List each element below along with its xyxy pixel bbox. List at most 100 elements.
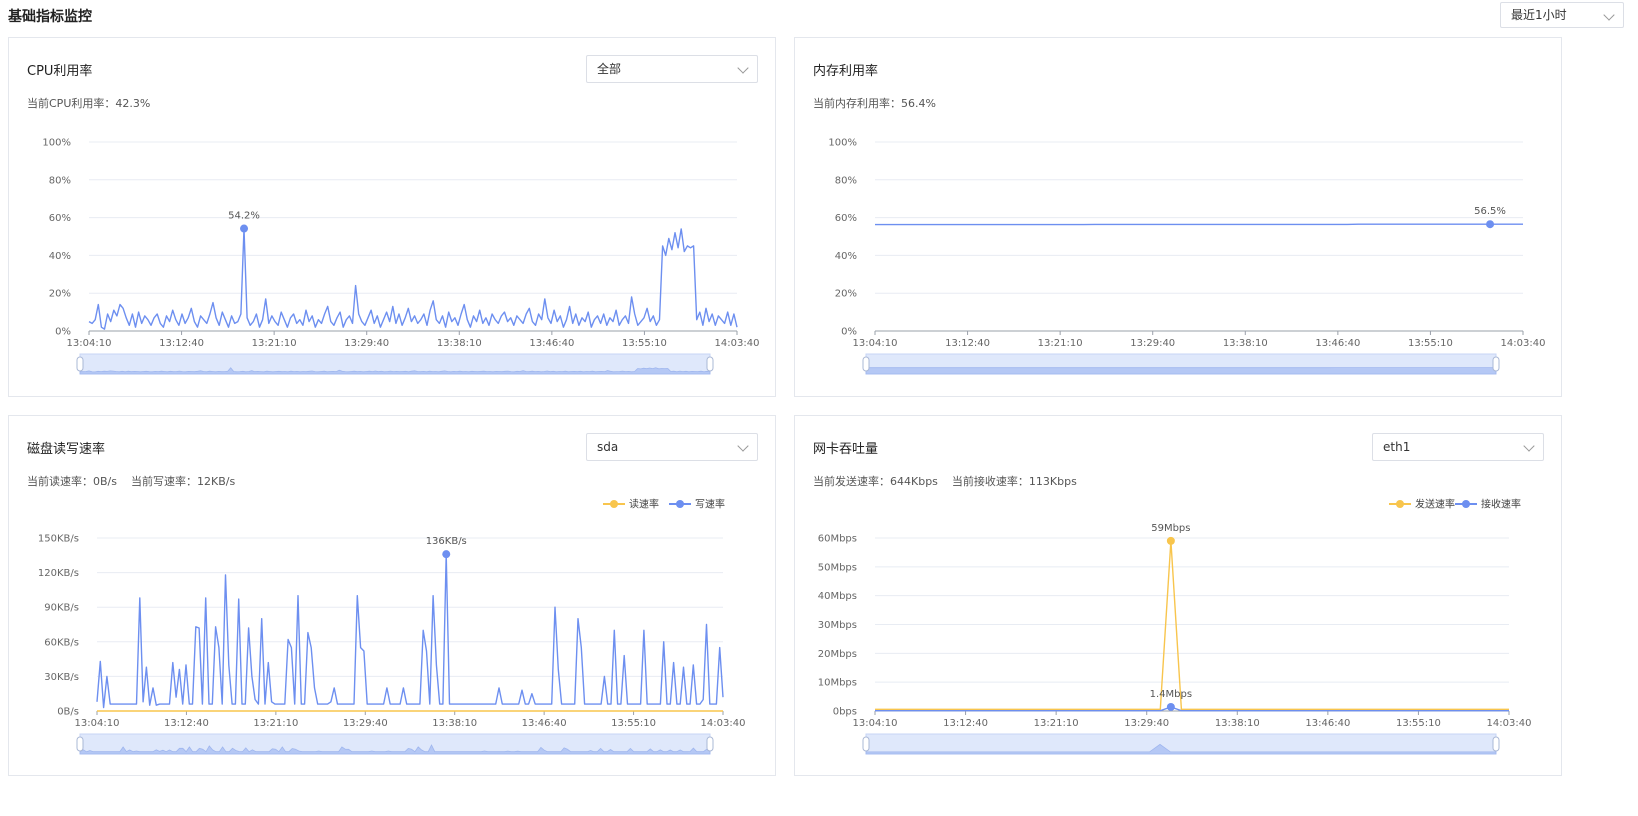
x-tick-label: 13:29:40 bbox=[343, 718, 388, 729]
slider-handle-right[interactable] bbox=[706, 356, 714, 372]
x-tick-label: 14:03:40 bbox=[701, 718, 746, 729]
y-tick-label: 0% bbox=[55, 327, 71, 338]
x-tick-label: 13:46:40 bbox=[522, 718, 567, 729]
y-tick-label: 40Mbps bbox=[818, 591, 857, 602]
slider-track bbox=[865, 733, 1497, 755]
x-tick-label: 13:55:10 bbox=[622, 338, 667, 349]
slider-handle-right[interactable] bbox=[1492, 736, 1500, 752]
network-panel: 网卡吞吐量 eth1 当前发送速率：644Kbps 当前接收速率：113Kbps … bbox=[794, 415, 1562, 776]
peak-label: 59Mbps bbox=[1151, 523, 1190, 534]
chevron-down-icon bbox=[1603, 9, 1615, 21]
peak-point bbox=[1166, 536, 1175, 545]
x-tick-label: 13:21:10 bbox=[252, 338, 297, 349]
y-tick-label: 20Mbps bbox=[818, 649, 857, 660]
x-tick-label: 13:12:40 bbox=[945, 338, 990, 349]
network-chart: 0bps 10Mbps 20Mbps 30Mbps 40Mbps 50Mbps 60Mbps… bbox=[818, 498, 1532, 755]
time-range-value: 最近1小时 bbox=[1511, 8, 1567, 22]
slider-handle-left[interactable] bbox=[862, 736, 870, 752]
y-tick-label: 30Mbps bbox=[818, 620, 857, 631]
x-tick-label: 13:21:10 bbox=[253, 718, 298, 729]
data-zoom-slider[interactable] bbox=[76, 353, 714, 375]
x-tick-label: 13:55:10 bbox=[1396, 718, 1441, 729]
x-tick-label: 14:03:40 bbox=[1487, 718, 1532, 729]
x-tick-label: 13:38:10 bbox=[432, 718, 477, 729]
y-tick-label: 0B/s bbox=[57, 707, 79, 718]
y-tick-label: 80% bbox=[49, 175, 71, 186]
legend-marker bbox=[610, 500, 618, 508]
x-tick-label: 13:21:10 bbox=[1034, 718, 1079, 729]
x-tick-label: 13:04:10 bbox=[853, 718, 898, 729]
legend-label: 读速率 bbox=[629, 498, 659, 511]
peak-point bbox=[1166, 702, 1175, 711]
disk-panel: 磁盘读写速率 sda 当前读速率：0B/s 当前写速率：12KB/s 0B/s 30… bbox=[8, 415, 776, 776]
time-range-select[interactable]: 最近1小时 bbox=[1500, 2, 1624, 28]
cpu-chart: 0% 20% 40% 60% 80% 100% 13:04:10 13:12:40 13:21:… bbox=[42, 138, 760, 375]
legend-label: 写速率 bbox=[695, 498, 725, 511]
x-tick-label: 13:04:10 bbox=[75, 718, 120, 729]
slider-handle-right[interactable] bbox=[1492, 356, 1500, 372]
series-line-1 bbox=[875, 540, 1509, 710]
slider-preview-area bbox=[865, 367, 1497, 375]
legend-marker bbox=[676, 500, 684, 508]
legend-marker bbox=[1462, 500, 1470, 508]
series-line-1 bbox=[88, 227, 738, 330]
slider-handle-left[interactable] bbox=[76, 736, 84, 752]
slider-handle-left[interactable] bbox=[862, 356, 870, 372]
legend-label: 发送速率 bbox=[1415, 498, 1455, 511]
y-tick-label: 150KB/s bbox=[38, 534, 79, 545]
memory-chart: 0% 20% 40% 60% 80% 100% 13:04:10 13:12:40 13:21:… bbox=[828, 138, 1545, 375]
y-tick-label: 40% bbox=[49, 251, 71, 262]
x-tick-label: 13:29:40 bbox=[1130, 338, 1175, 349]
y-tick-label: 50Mbps bbox=[818, 562, 857, 573]
x-tick-label: 13:04:10 bbox=[67, 338, 112, 349]
x-tick-label: 14:03:40 bbox=[715, 338, 760, 349]
data-zoom-slider[interactable] bbox=[862, 733, 1500, 755]
data-zoom-slider[interactable] bbox=[862, 353, 1500, 375]
memory-panel: 内存利用率 当前内存利用率：56.4% 0% 20% 40% 60% 80% 100% 13… bbox=[794, 37, 1562, 397]
x-tick-label: 13:29:40 bbox=[1124, 718, 1169, 729]
y-tick-label: 40% bbox=[835, 251, 857, 262]
y-tick-label: 0% bbox=[841, 327, 857, 338]
slider-handle-left[interactable] bbox=[76, 356, 84, 372]
y-tick-label: 100% bbox=[42, 138, 71, 149]
series-line-2 bbox=[96, 553, 724, 709]
y-tick-label: 30KB/s bbox=[44, 672, 79, 683]
y-tick-label: 20% bbox=[49, 289, 71, 300]
slider-track bbox=[79, 353, 711, 375]
y-tick-label: 100% bbox=[828, 138, 857, 149]
data-zoom-slider[interactable] bbox=[76, 733, 714, 755]
x-tick-label: 13:55:10 bbox=[611, 718, 656, 729]
x-tick-label: 13:38:10 bbox=[1215, 718, 1260, 729]
slider-track bbox=[79, 733, 711, 755]
legend-marker bbox=[1396, 500, 1404, 508]
y-tick-label: 10Mbps bbox=[818, 678, 857, 689]
peak-point bbox=[1486, 220, 1495, 229]
y-tick-label: 80% bbox=[835, 175, 857, 186]
y-tick-label: 60Mbps bbox=[818, 534, 857, 545]
x-tick-label: 13:12:40 bbox=[164, 718, 209, 729]
peak-label: 136KB/s bbox=[426, 536, 467, 547]
peak-label: 1.4Mbps bbox=[1150, 689, 1192, 700]
disk-chart: 0B/s 30KB/s 60KB/s 90KB/s 120KB/s 150KB/s 13:0… bbox=[38, 498, 746, 755]
page-title: 基础指标监控 bbox=[8, 9, 92, 25]
x-tick-label: 13:29:40 bbox=[344, 338, 389, 349]
x-tick-label: 13:21:10 bbox=[1038, 338, 1083, 349]
peak-label: 56.5% bbox=[1474, 206, 1506, 217]
y-tick-label: 0bps bbox=[833, 707, 857, 718]
x-tick-label: 13:46:40 bbox=[1315, 338, 1360, 349]
x-tick-label: 13:12:40 bbox=[159, 338, 204, 349]
y-tick-label: 20% bbox=[835, 289, 857, 300]
y-tick-label: 60KB/s bbox=[44, 637, 79, 648]
y-tick-label: 90KB/s bbox=[44, 603, 79, 614]
peak-point bbox=[240, 224, 249, 233]
slider-handle-right[interactable] bbox=[706, 736, 714, 752]
y-tick-label: 60% bbox=[49, 213, 71, 224]
x-tick-label: 13:46:40 bbox=[529, 338, 574, 349]
x-tick-label: 13:38:10 bbox=[1223, 338, 1268, 349]
x-tick-label: 13:12:40 bbox=[943, 718, 988, 729]
peak-point bbox=[442, 550, 451, 559]
x-tick-label: 13:55:10 bbox=[1408, 338, 1453, 349]
x-tick-label: 13:38:10 bbox=[437, 338, 482, 349]
x-tick-label: 13:04:10 bbox=[853, 338, 898, 349]
cpu-panel: CPU利用率 全部 当前CPU利用率：42.3% 0% 20% 40% 60% 80% 1… bbox=[8, 37, 776, 397]
